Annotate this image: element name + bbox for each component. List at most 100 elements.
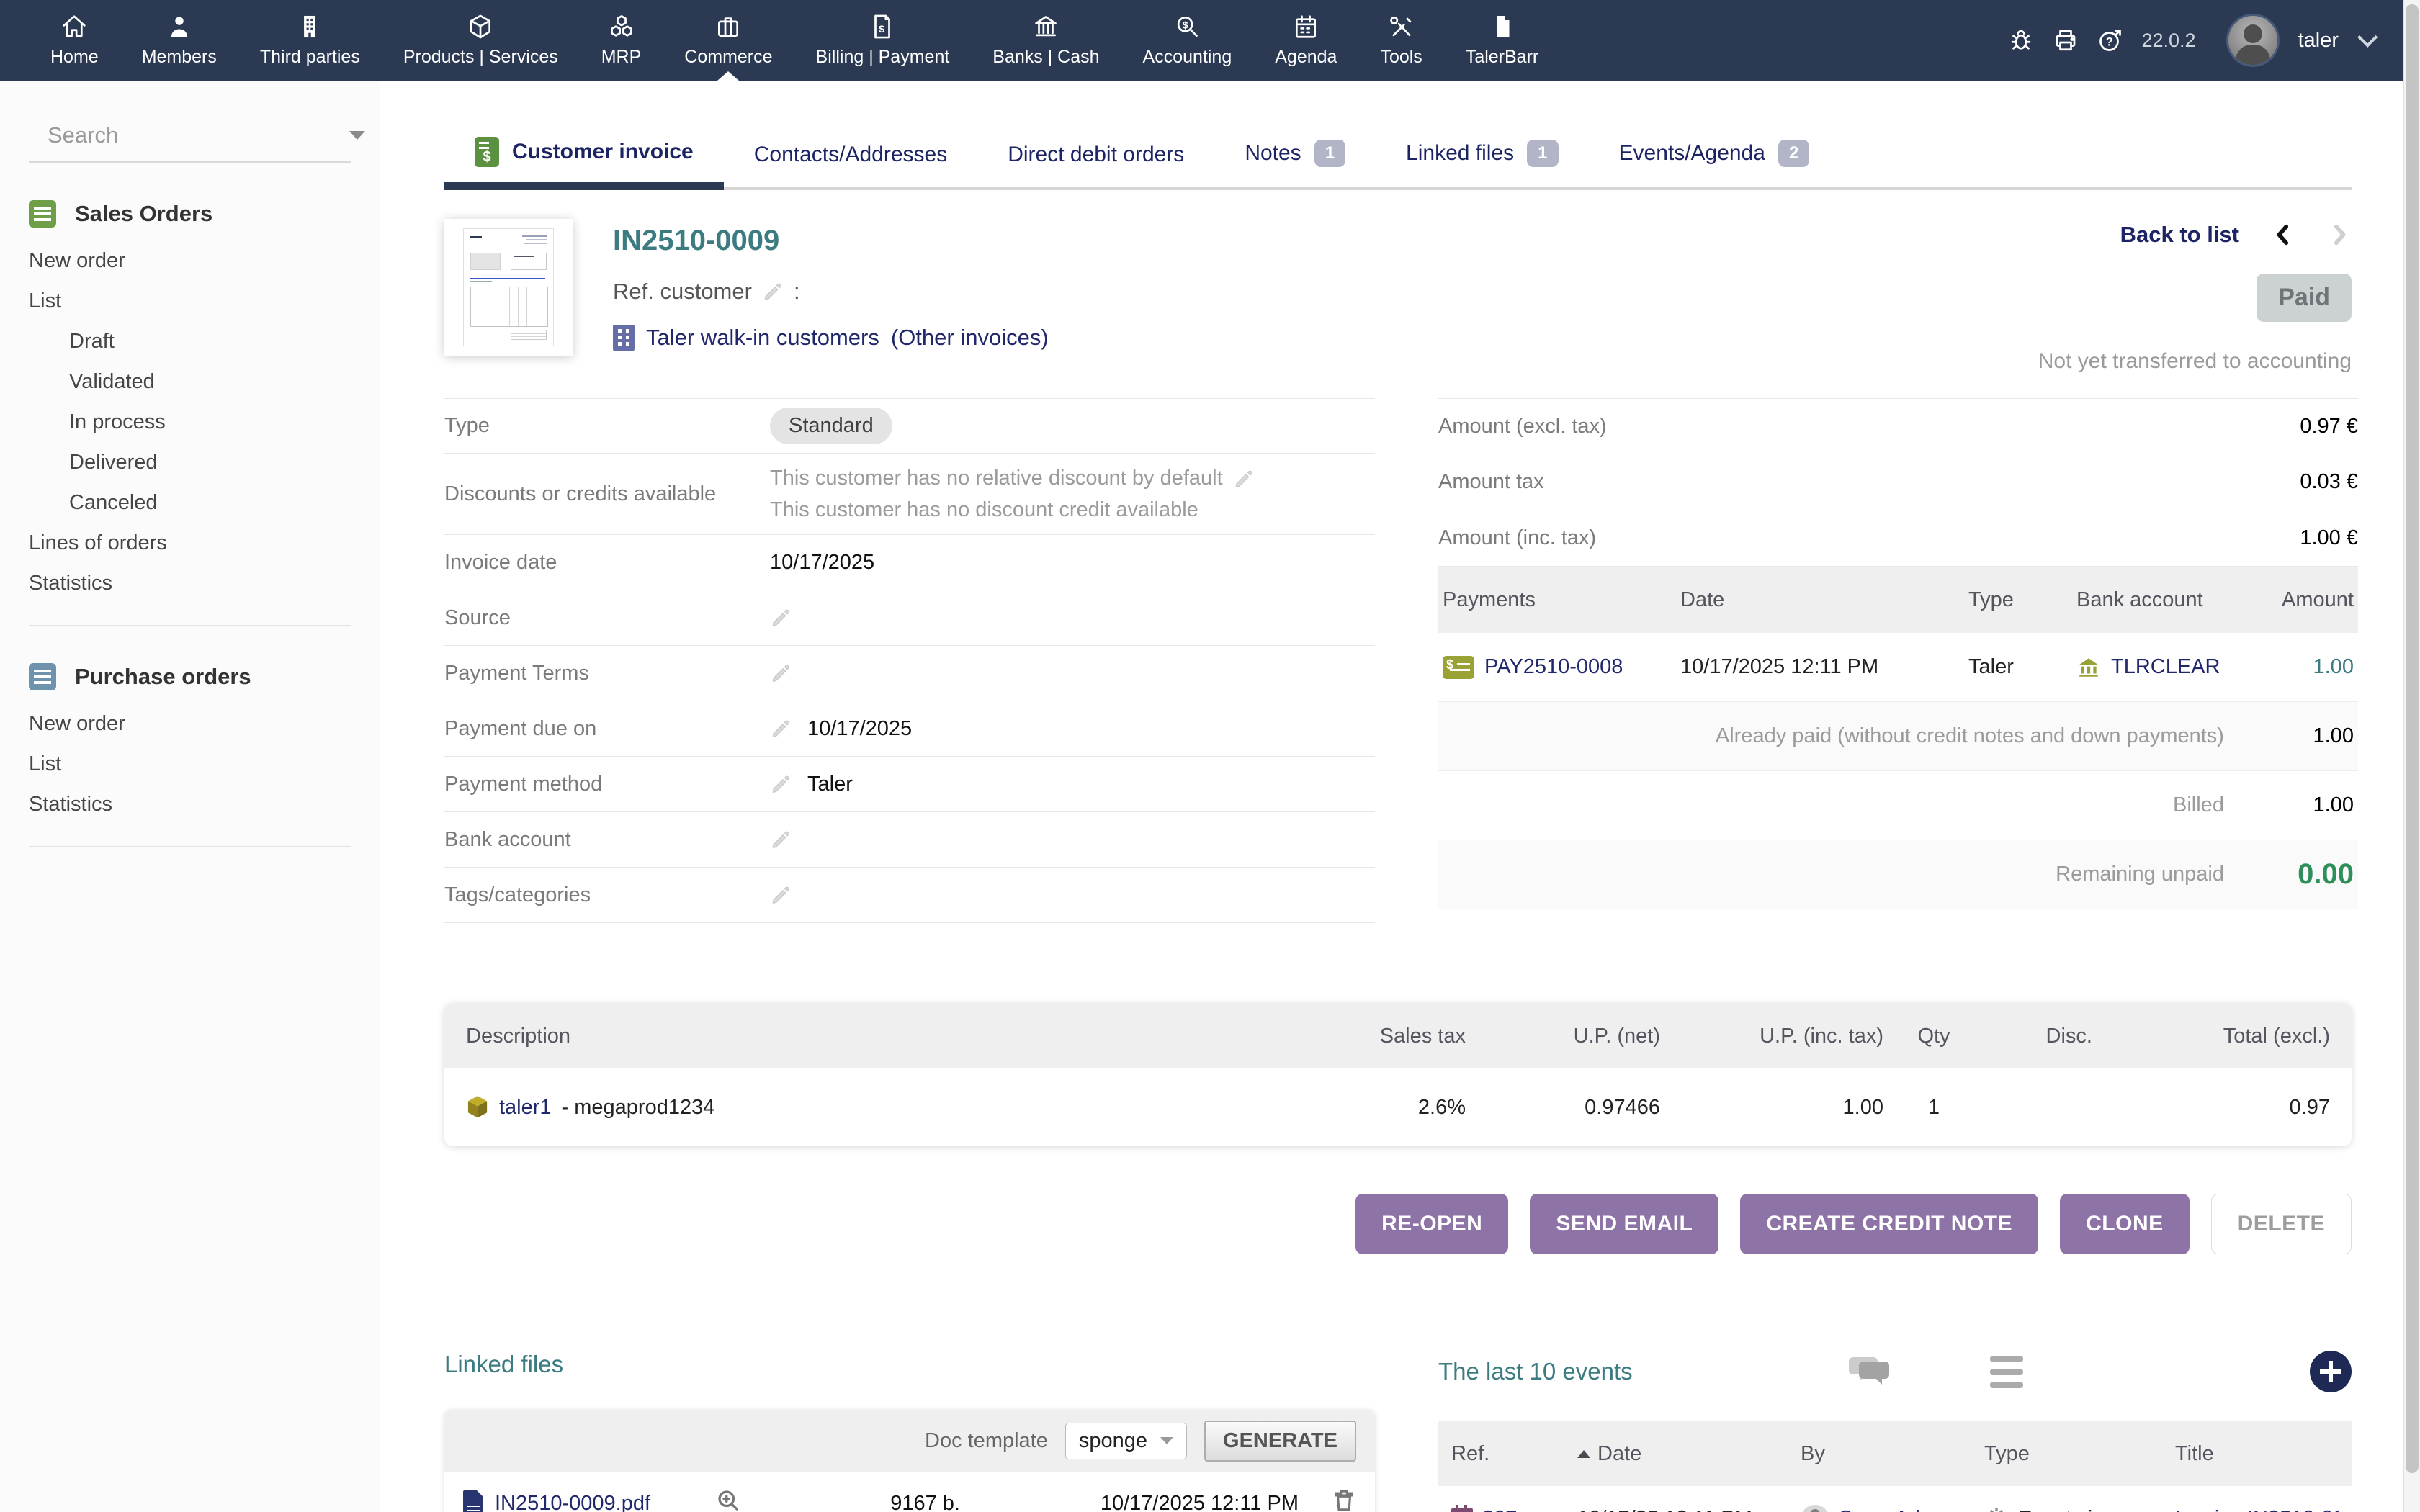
- sidebar-item-canceled[interactable]: Canceled: [29, 482, 351, 523]
- edit-pencil-icon[interactable]: [770, 773, 792, 795]
- payment-ref-link[interactable]: PAY2510-0008: [1484, 655, 1623, 679]
- send-email-button[interactable]: SEND EMAIL: [1530, 1194, 1718, 1254]
- col-header: Qty: [1883, 1025, 1984, 1048]
- nav-accounting[interactable]: $ Accounting: [1124, 0, 1251, 81]
- nav-members[interactable]: Members: [123, 0, 236, 81]
- event-ref-link[interactable]: 207: [1482, 1507, 1517, 1512]
- generate-button[interactable]: GENERATE: [1204, 1421, 1356, 1462]
- tab-customer-invoice[interactable]: Customer invoice: [444, 122, 724, 187]
- amount-excl-row: Amount (excl. tax) 0.97 €: [1438, 398, 2358, 454]
- nav-label: Home: [50, 47, 99, 68]
- scrollbar-thumb[interactable]: [2406, 4, 2419, 1473]
- purchase-orders-doc-icon: [29, 663, 56, 690]
- nav-tools[interactable]: Tools: [1361, 0, 1440, 81]
- page-scrollbar[interactable]: [2403, 0, 2420, 1512]
- doc-template-select[interactable]: sponge: [1065, 1423, 1187, 1459]
- next-record-icon[interactable]: [2327, 222, 2352, 247]
- billed-row: Billed 1.00: [1438, 771, 2358, 840]
- sidebar-item-po-list[interactable]: List: [29, 744, 351, 784]
- product-ref-link[interactable]: taler1: [499, 1096, 552, 1120]
- customer-link[interactable]: Taler walk-in customers: [646, 325, 879, 351]
- banner-right-block: Back to list Paid Not yet transferred to…: [2038, 219, 2352, 374]
- preview-file-icon[interactable]: [715, 1488, 780, 1512]
- help-icon[interactable]: ?: [2097, 27, 2123, 53]
- search-dropdown-caret-icon[interactable]: [349, 131, 365, 140]
- sidebar-item-draft[interactable]: Draft: [29, 321, 351, 361]
- nav-commerce[interactable]: Commerce: [666, 0, 791, 81]
- search-input[interactable]: [48, 122, 335, 148]
- sidebar-item-po-new-order[interactable]: New order: [29, 703, 351, 744]
- edit-pencil-icon[interactable]: [770, 662, 792, 684]
- col-header-date[interactable]: Date: [1577, 1442, 1801, 1466]
- sidebar-item-lines-of-orders[interactable]: Lines of orders: [29, 523, 351, 563]
- edit-pencil-icon[interactable]: [762, 281, 784, 302]
- delete-button[interactable]: DELETE: [2211, 1194, 2352, 1254]
- nav-talerbarr[interactable]: TalerBarr: [1447, 0, 1557, 81]
- payment-amount: 1.00: [2282, 655, 2354, 679]
- sidebar-item-po-statistics[interactable]: Statistics: [29, 784, 351, 824]
- tab-notes[interactable]: Notes 1: [1214, 125, 1376, 187]
- nav-third-parties[interactable]: Third parties: [241, 0, 379, 81]
- sidebar-item-in-process[interactable]: In process: [29, 402, 351, 442]
- messages-icon[interactable]: [1849, 1352, 1889, 1392]
- reopen-button[interactable]: RE-OPEN: [1355, 1194, 1508, 1254]
- nav-home[interactable]: Home: [32, 0, 117, 81]
- invoice-lines-table: Description Sales tax U.P. (net) U.P. (i…: [444, 1004, 2352, 1146]
- sidebar-item-statistics[interactable]: Statistics: [29, 563, 351, 603]
- user-menu-chevron-icon[interactable]: [2357, 27, 2378, 48]
- svg-text:?: ?: [2105, 36, 2112, 49]
- col-header: Payments: [1443, 588, 1680, 612]
- edit-pencil-icon[interactable]: [770, 718, 792, 739]
- col-header: U.P. (inc. tax): [1660, 1025, 1883, 1048]
- add-event-button[interactable]: [2310, 1351, 2352, 1392]
- sidebar-item-list[interactable]: List: [29, 281, 351, 321]
- edit-pencil-icon[interactable]: [770, 829, 792, 850]
- sidebar-item-validated[interactable]: Validated: [29, 361, 351, 402]
- tab-label: Events/Agenda: [1619, 141, 1765, 166]
- nav-banks-cash[interactable]: Banks | Cash: [974, 0, 1118, 81]
- tab-direct-debit-orders[interactable]: Direct debit orders: [977, 128, 1214, 187]
- col-header: Type: [1984, 1442, 2175, 1466]
- svg-text:$: $: [879, 24, 885, 35]
- bug-icon[interactable]: [2008, 27, 2034, 53]
- tab-events-agenda[interactable]: Events/Agenda 2: [1589, 125, 1840, 187]
- sidebar-item-delivered[interactable]: Delivered: [29, 442, 351, 482]
- remaining-unpaid-row: Remaining unpaid 0.00: [1438, 840, 2358, 909]
- edit-pencil-icon[interactable]: [770, 884, 792, 906]
- nav-billing-payment[interactable]: $ Billing | Payment: [797, 0, 969, 81]
- thumbnail-page: [463, 228, 554, 346]
- event-row: 207 10/17/25 12:11 PM SuperAd... Events …: [1438, 1486, 2352, 1512]
- user-avatar: [1801, 1505, 1829, 1512]
- edit-pencil-icon[interactable]: [770, 607, 792, 629]
- printer-icon[interactable]: [2053, 27, 2079, 53]
- user-avatar[interactable]: [2226, 14, 2280, 67]
- lines-table-header: Description Sales tax U.P. (net) U.P. (i…: [444, 1004, 2352, 1068]
- nav-agenda[interactable]: Agenda: [1256, 0, 1355, 81]
- delete-file-icon[interactable]: [1332, 1488, 1356, 1512]
- sidebar-item-new-order[interactable]: New order: [29, 240, 351, 281]
- previous-record-icon[interactable]: [2271, 222, 2295, 247]
- tab-linked-files[interactable]: Linked files 1: [1376, 125, 1588, 187]
- create-credit-note-button[interactable]: CREATE CREDIT NOTE: [1740, 1194, 2038, 1254]
- other-invoices-link[interactable]: (Other invoices): [891, 325, 1049, 351]
- tab-contacts-addresses[interactable]: Contacts/Addresses: [724, 128, 977, 187]
- sidebar-section-sales-orders: Sales Orders: [29, 200, 351, 228]
- edit-pencil-icon[interactable]: [1233, 467, 1255, 489]
- svg-text:$: $: [1183, 19, 1188, 31]
- event-title-link[interactable]: Invoice IN2510-0009 change: [2175, 1507, 2339, 1512]
- back-to-list-link[interactable]: Back to list: [2120, 222, 2239, 248]
- doc-template-label: Doc template: [925, 1429, 1048, 1453]
- event-user-link[interactable]: SuperAd...: [1839, 1507, 1937, 1512]
- nav-products-services[interactable]: Products | Services: [385, 0, 577, 81]
- line-sales-tax: 2.6%: [1307, 1096, 1466, 1120]
- clone-button[interactable]: CLONE: [2060, 1194, 2190, 1254]
- file-link[interactable]: IN2510-0009.pdf: [495, 1492, 650, 1512]
- detail-columns: Type Standard Discounts or credits avail…: [444, 398, 2352, 923]
- nav-mrp[interactable]: MRP: [583, 0, 660, 81]
- col-header: Total (excl.): [2092, 1025, 2330, 1048]
- list-view-icon[interactable]: [1990, 1356, 2023, 1388]
- amount-incl-row: Amount (inc. tax) 1.00 €: [1438, 510, 2358, 567]
- bank-account-link[interactable]: TLRCLEAR: [2111, 655, 2220, 679]
- invoice-pdf-thumbnail[interactable]: [444, 219, 573, 356]
- username-label[interactable]: taler: [2298, 29, 2339, 53]
